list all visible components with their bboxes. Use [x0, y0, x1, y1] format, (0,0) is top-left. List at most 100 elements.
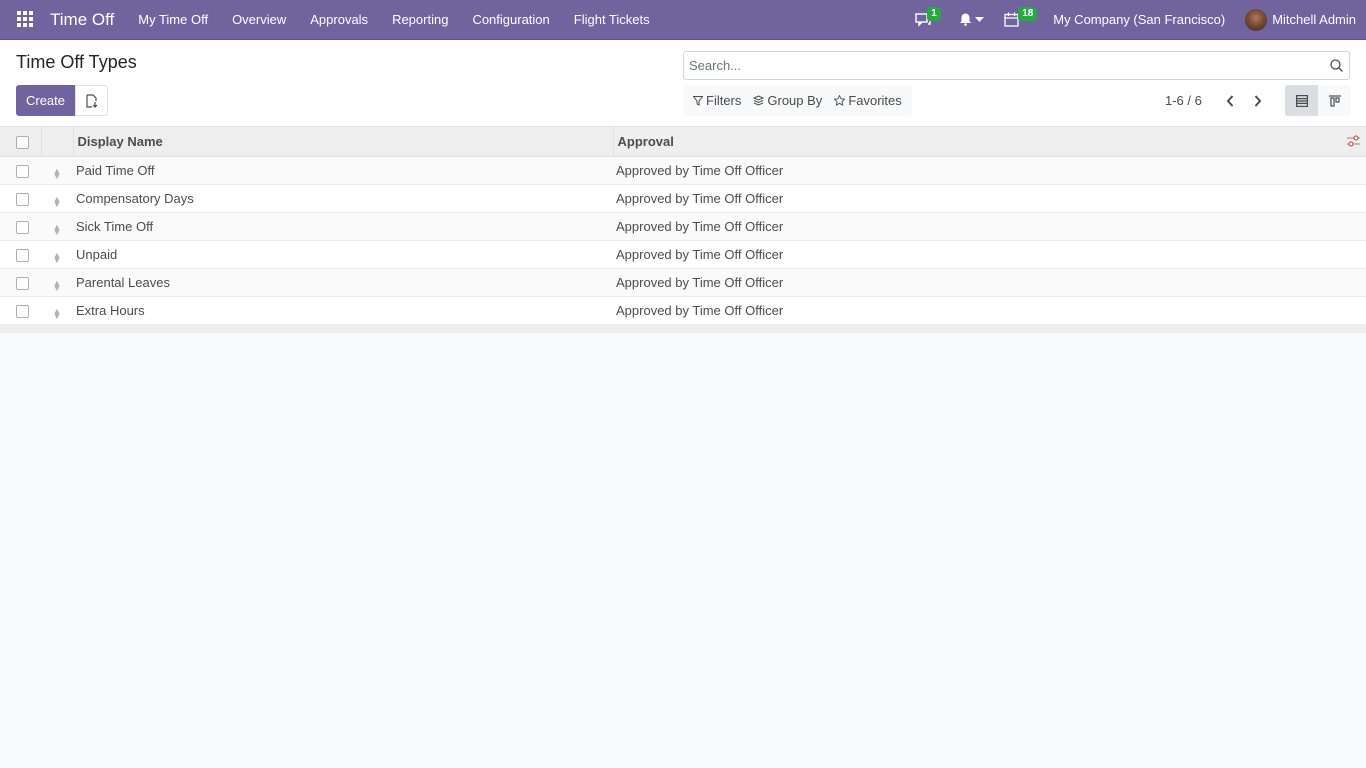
row-checkbox[interactable] [16, 192, 29, 206]
groupby-button[interactable]: Group By [747, 93, 828, 108]
row-checkbox[interactable] [16, 276, 29, 290]
column-display-name[interactable]: Display Name [73, 127, 614, 157]
row-handle-cell: ▲ ▼ [41, 156, 73, 184]
favorites-label: Favorites [848, 93, 902, 108]
row-display-name: Parental Leaves [76, 274, 170, 290]
row-checkbox[interactable] [16, 164, 29, 178]
menu-reporting[interactable]: Reporting [380, 0, 460, 40]
menu-overview[interactable]: Overview [220, 0, 298, 40]
chevron-right-icon [1254, 94, 1262, 107]
messages-button[interactable]: 1 [905, 0, 941, 40]
row-checkbox[interactable] [16, 304, 29, 318]
search-box [683, 51, 1350, 80]
row-handle-cell: ▲ ▼ [41, 296, 73, 324]
pager-value[interactable]: 1-6 / 6 [1165, 93, 1202, 108]
row-display-name: Paid Time Off [76, 162, 155, 178]
list-icon [1295, 94, 1308, 107]
table-row[interactable]: ▲ ▼ Extra Hours Approved by Time Off Offi… [0, 296, 1366, 324]
menu-approvals[interactable]: Approvals [298, 0, 380, 40]
column-approval[interactable]: Approval [613, 127, 1366, 157]
filters-label: Filters [706, 93, 742, 108]
pager-next-button[interactable] [1244, 85, 1272, 116]
row-handle-cell: ▲ ▼ [41, 268, 73, 296]
table-row[interactable]: ▲ ▼ Sick Time Off Approved by Time Off Of… [0, 212, 1366, 240]
row-display-name: Compensatory Days [76, 190, 194, 206]
select-all-cell [0, 127, 42, 157]
table-row[interactable]: ▲ ▼ Unpaid Approved by Time Off Officer [0, 240, 1366, 268]
drag-handle-icon[interactable]: ▲ ▼ [53, 306, 62, 320]
top-navbar: Time Off My Time Off Overview Approvals … [0, 0, 1366, 40]
file-import-icon [85, 93, 97, 108]
row-approval: Approved by Time Off Officer [616, 246, 784, 262]
row-select-cell [0, 212, 41, 240]
layers-icon [753, 95, 765, 106]
app-brand[interactable]: Time Off [50, 10, 114, 30]
drag-handle-icon[interactable]: ▲ ▼ [53, 250, 62, 264]
calendar-icon [1004, 12, 1019, 27]
column-approval-label: Approval [617, 133, 674, 149]
user-menu[interactable]: Mitchell Admin [1235, 8, 1366, 31]
bell-icon [960, 13, 972, 26]
notifications-button[interactable] [949, 0, 994, 40]
optional-columns-icon[interactable] [1347, 135, 1360, 147]
table-row[interactable]: ▲ ▼ Parental Leaves Approved by Time Off … [0, 268, 1366, 296]
drag-handle-icon[interactable]: ▲ ▼ [53, 222, 62, 236]
row-select-cell [0, 296, 41, 324]
company-switcher[interactable]: My Company (San Francisco) [1043, 12, 1235, 27]
row-select-cell [0, 156, 41, 184]
row-approval: Approved by Time Off Officer [616, 162, 784, 178]
user-name: Mitchell Admin [1272, 12, 1356, 27]
import-button[interactable] [75, 85, 108, 116]
search-options: Filters Group By Favorites [683, 85, 912, 116]
row-approval: Approved by Time Off Officer [616, 218, 784, 234]
chevron-left-icon [1226, 94, 1234, 107]
kanban-view-button[interactable] [1318, 85, 1351, 116]
groupby-label: Group By [767, 93, 823, 108]
table-row[interactable]: ▲ ▼ Compensatory Days Approved by Time Of… [0, 184, 1366, 212]
activities-badge: 18 [1018, 6, 1038, 21]
caret-down-icon [975, 17, 985, 22]
select-all-checkbox[interactable] [16, 135, 29, 149]
activities-button[interactable]: 18 [994, 0, 1038, 40]
row-display-name: Unpaid [76, 246, 118, 262]
row-select-cell [0, 240, 41, 268]
page-title: Time Off Types [16, 52, 137, 72]
table-row[interactable]: ▲ ▼ Paid Time Off Approved by Time Off Of… [0, 156, 1366, 184]
pager: 1-6 / 6 [1165, 85, 1272, 116]
filter-icon [693, 95, 703, 106]
drag-handle-icon[interactable]: ▲ ▼ [53, 166, 62, 180]
messages-badge: 1 [927, 6, 941, 21]
menu-flight-tickets[interactable]: Flight Tickets [562, 0, 662, 40]
row-select-cell [0, 268, 41, 296]
row-handle-cell: ▲ ▼ [41, 184, 73, 212]
favorites-button[interactable]: Favorites [828, 93, 907, 108]
row-handle-cell: ▲ ▼ [41, 240, 73, 268]
row-checkbox[interactable] [16, 220, 29, 234]
list-view-button[interactable] [1285, 85, 1318, 116]
row-display-name: Sick Time Off [76, 218, 154, 234]
search-icon[interactable] [1323, 59, 1349, 72]
main-menu: My Time Off Overview Approvals Reporting… [126, 0, 661, 40]
time-off-types-table: Display Name Approval ▲ ▼ Paid Time Off A… [0, 127, 1366, 325]
drag-handle-icon[interactable]: ▲ ▼ [53, 194, 62, 208]
filters-button[interactable]: Filters [687, 93, 747, 108]
control-panel: Time Off Types Create Filters Group By F… [0, 40, 1366, 127]
row-select-cell [0, 184, 41, 212]
create-button[interactable]: Create [16, 85, 75, 116]
table-header-row: Display Name Approval [0, 127, 1366, 157]
drag-handle-icon[interactable]: ▲ ▼ [53, 278, 62, 292]
star-icon [834, 95, 846, 106]
row-approval: Approved by Time Off Officer [616, 302, 784, 318]
grid-icon [16, 11, 33, 27]
row-display-name: Extra Hours [76, 302, 145, 318]
apps-menu-button[interactable] [0, 0, 50, 40]
row-checkbox[interactable] [16, 248, 29, 262]
row-handle-cell: ▲ ▼ [41, 212, 73, 240]
row-approval: Approved by Time Off Officer [616, 190, 784, 206]
menu-configuration[interactable]: Configuration [460, 0, 561, 40]
row-approval: Approved by Time Off Officer [616, 274, 784, 290]
menu-my-time-off[interactable]: My Time Off [126, 0, 220, 40]
view-switcher [1285, 85, 1351, 116]
search-input[interactable] [684, 52, 1323, 79]
pager-previous-button[interactable] [1216, 85, 1244, 116]
